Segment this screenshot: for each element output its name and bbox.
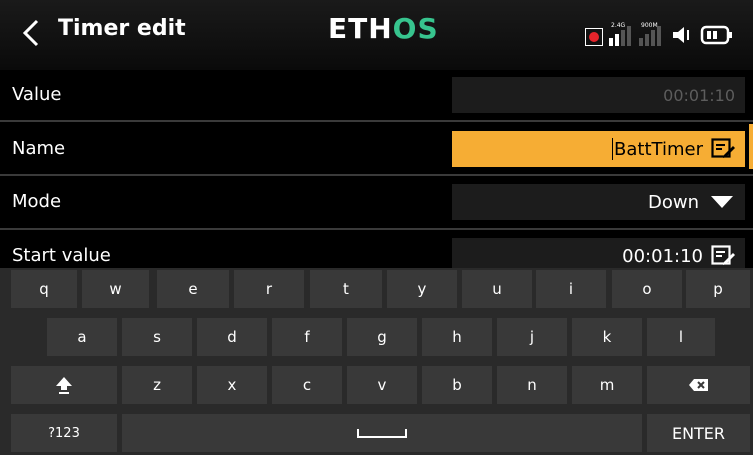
key-r[interactable]: r — [234, 270, 304, 308]
backspace-key[interactable] — [647, 366, 750, 404]
signal-2-4g-icon: 2.4G — [609, 22, 631, 46]
back-button[interactable] — [14, 12, 48, 54]
key-j[interactable]: j — [497, 318, 567, 356]
key-v[interactable]: v — [347, 366, 417, 404]
chevron-left-icon — [22, 19, 39, 47]
status-icons: 2.4G 900M — [585, 16, 733, 46]
key-w[interactable]: w — [82, 270, 149, 308]
key-h[interactable]: h — [422, 318, 492, 356]
start-value-text: 00:01:10 — [622, 245, 703, 267]
value-text: 00:01:10 — [663, 85, 735, 105]
divider — [0, 174, 753, 176]
start-value-label: Start value — [12, 245, 111, 266]
key-a[interactable]: a — [47, 318, 117, 356]
signal-900m-label: 900M — [641, 22, 658, 29]
mode-select[interactable]: Down — [452, 184, 745, 220]
key-o[interactable]: o — [612, 270, 682, 308]
mode-label: Mode — [12, 191, 62, 212]
page-title: Timer edit — [58, 16, 186, 41]
shift-icon — [56, 377, 72, 394]
name-field[interactable]: BattTimer — [452, 131, 745, 167]
mode-row: Mode Down — [0, 177, 753, 227]
name-row: Name BattTimer — [0, 124, 753, 174]
name-label: Name — [12, 138, 66, 159]
space-icon — [357, 429, 407, 438]
space-key[interactable] — [122, 414, 642, 452]
signal-2-4g-label: 2.4G — [611, 22, 626, 29]
key-i[interactable]: i — [536, 270, 606, 308]
mode-value: Down — [647, 191, 699, 213]
header-bar: Timer edit ETHOS 2.4G 900M — [0, 0, 753, 70]
divider — [0, 228, 753, 230]
symbols-key[interactable]: ?123 — [11, 414, 117, 452]
edit-icon[interactable] — [711, 138, 735, 160]
key-b[interactable]: b — [422, 366, 492, 404]
signal-900m-icon: 900M — [639, 22, 661, 46]
key-q[interactable]: q — [11, 270, 77, 308]
backspace-icon — [688, 379, 708, 391]
key-d[interactable]: d — [197, 318, 267, 356]
edit-icon[interactable] — [711, 245, 735, 267]
on-screen-keyboard: q w e r t y u i o p a s d f g h j k l z … — [0, 268, 753, 455]
value-field: 00:01:10 — [452, 77, 745, 113]
key-g[interactable]: g — [347, 318, 417, 356]
record-icon — [585, 28, 603, 46]
volume-icon — [673, 27, 689, 43]
key-n[interactable]: n — [497, 366, 567, 404]
divider — [0, 120, 753, 122]
key-e[interactable]: e — [157, 270, 229, 308]
ethos-logo: ETHOS — [328, 12, 439, 45]
battery-icon — [700, 25, 732, 45]
value-row: Value 00:01:10 — [0, 70, 753, 120]
key-x[interactable]: x — [197, 366, 267, 404]
key-p[interactable]: p — [686, 270, 750, 308]
key-l[interactable]: l — [647, 318, 715, 356]
enter-key[interactable]: ENTER — [647, 414, 750, 452]
key-s[interactable]: s — [122, 318, 192, 356]
key-k[interactable]: k — [572, 318, 642, 356]
key-f[interactable]: f — [272, 318, 342, 356]
key-z[interactable]: z — [122, 366, 192, 404]
value-label: Value — [12, 84, 62, 105]
name-value: BattTimer — [614, 138, 703, 160]
key-m[interactable]: m — [572, 366, 642, 404]
key-u[interactable]: u — [462, 270, 532, 308]
key-y[interactable]: y — [387, 270, 457, 308]
text-caret — [612, 138, 614, 160]
key-c[interactable]: c — [272, 366, 342, 404]
key-t[interactable]: t — [310, 270, 382, 308]
scroll-indicator — [749, 124, 753, 169]
shift-key[interactable] — [11, 366, 117, 404]
dropdown-arrow-icon — [711, 196, 733, 208]
